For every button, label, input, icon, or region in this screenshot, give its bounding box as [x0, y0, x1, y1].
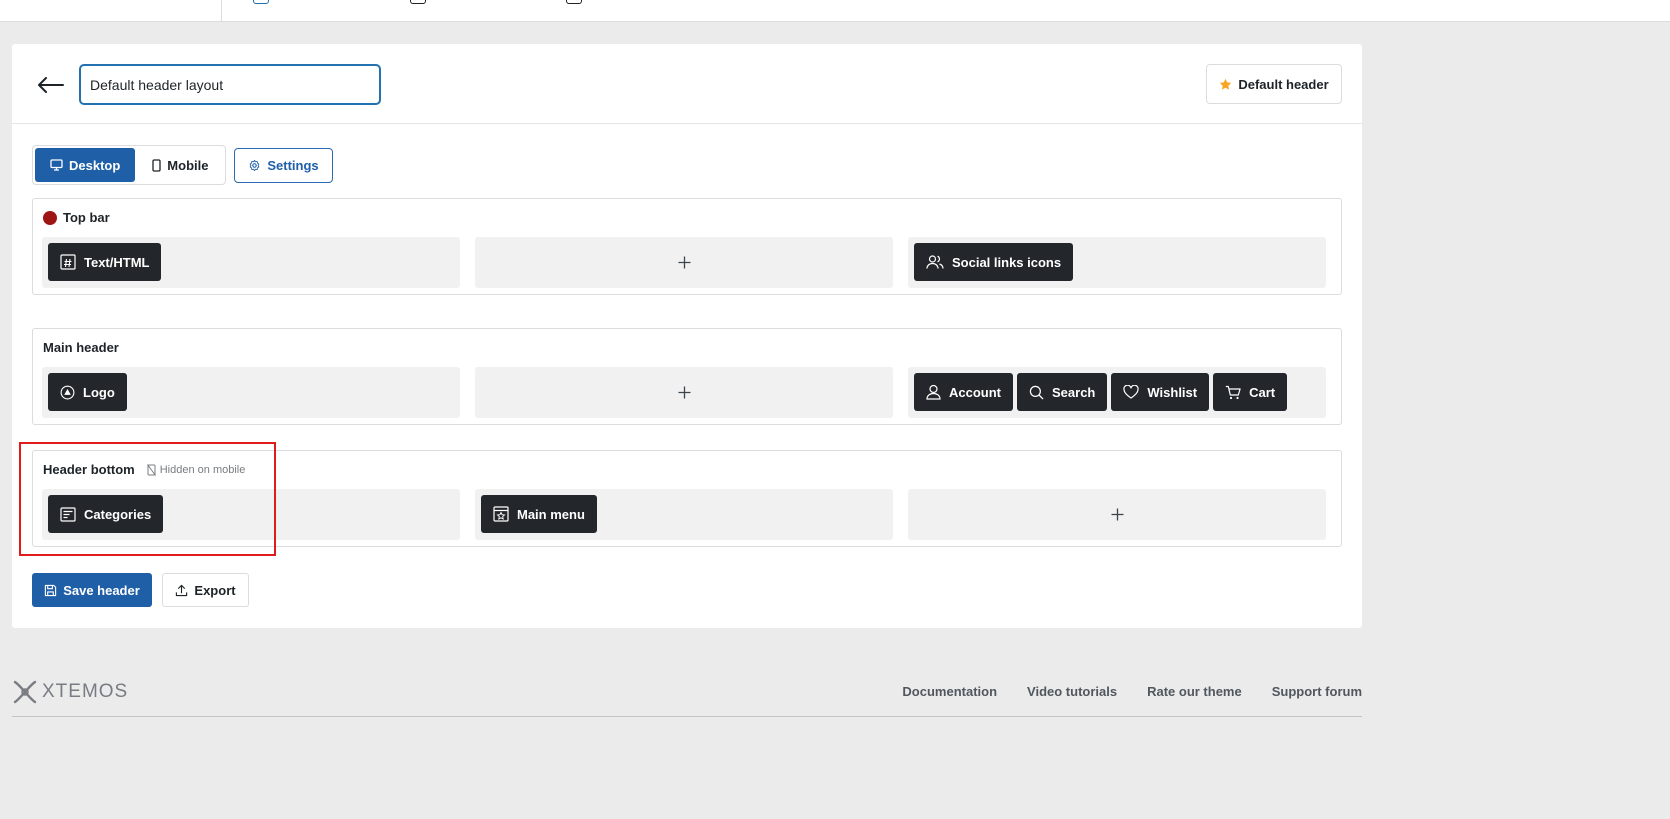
menu-icon: [493, 506, 509, 522]
save-icon: [45, 584, 57, 596]
status-dot: [43, 210, 57, 225]
element-label: Search: [1052, 384, 1096, 400]
zone-left[interactable]: Logo: [42, 367, 460, 418]
add-element-button[interactable]: [475, 367, 893, 418]
zone-right[interactable]: [908, 489, 1326, 540]
plus-icon: [678, 256, 690, 269]
cart-icon: [1225, 385, 1241, 399]
zone-center[interactable]: Main menu: [475, 489, 893, 540]
upload-icon: [176, 584, 188, 596]
link-documentation[interactable]: Documentation: [902, 684, 997, 699]
element-main-menu[interactable]: Main menu: [481, 495, 597, 533]
default-header-label: Default header: [1238, 76, 1329, 92]
link-video-tutorials[interactable]: Video tutorials: [1027, 684, 1117, 699]
xtemos-logo: XTEMOS: [12, 679, 128, 705]
add-element-button[interactable]: [475, 237, 893, 288]
row-title-label: Main header: [43, 340, 119, 355]
settings-label: Settings: [267, 158, 319, 173]
heart-icon: [1123, 385, 1139, 399]
element-label: Account: [949, 384, 1001, 400]
add-element-button[interactable]: [908, 489, 1326, 540]
xtemos-logo-icon: [13, 680, 37, 704]
export-label: Export: [194, 582, 236, 598]
tab-desktop-label: Desktop: [69, 157, 121, 173]
element-label: Social links icons: [952, 254, 1062, 270]
users-icon: [926, 255, 944, 269]
element-label: Wishlist: [1147, 384, 1198, 400]
row-main-header: Main header Logo Account Search Wishlist…: [32, 328, 1342, 425]
highlight-box: [19, 442, 276, 556]
zone-left[interactable]: Text/HTML: [42, 237, 460, 288]
header-name-input[interactable]: [80, 65, 380, 104]
tab-mobile-label: Mobile: [167, 157, 209, 173]
star-icon: [1220, 78, 1232, 90]
element-label: Text/HTML: [84, 254, 150, 270]
zone-center[interactable]: [475, 237, 893, 288]
row-title: Top bar: [43, 210, 110, 225]
element-account[interactable]: Account: [914, 373, 1013, 411]
device-tabs: Desktop Mobile: [32, 145, 227, 185]
desktop-icon: [50, 159, 63, 171]
element-logo[interactable]: Logo: [48, 373, 127, 411]
element-social-links[interactable]: Social links icons: [914, 243, 1074, 281]
hash-icon: [60, 254, 76, 270]
tab-desktop[interactable]: Desktop: [35, 148, 136, 182]
plus-icon: [678, 386, 690, 399]
element-label: Logo: [83, 384, 115, 400]
link-rate-theme[interactable]: Rate our theme: [1147, 684, 1242, 699]
tab-icon[interactable]: [566, 0, 582, 4]
footer-divider: [12, 716, 1362, 717]
row-title: Main header: [43, 340, 119, 355]
element-label: Cart: [1249, 384, 1276, 400]
brand-wordmark: XTEMOS: [42, 681, 129, 702]
footer-links: Documentation Video tutorials Rate our t…: [902, 684, 1362, 699]
row-title-label: Top bar: [63, 210, 110, 225]
element-label: Main menu: [517, 506, 585, 522]
element-cart[interactable]: Cart: [1213, 373, 1288, 411]
default-header-button[interactable]: Default header: [1206, 64, 1342, 104]
element-text-html[interactable]: Text/HTML: [48, 243, 162, 281]
builder-header: Default header: [12, 44, 1362, 124]
gear-icon: [250, 159, 260, 172]
plus-icon: [1111, 508, 1123, 521]
back-arrow-icon[interactable]: [36, 70, 66, 100]
top-strip-divider: [221, 0, 222, 22]
element-wishlist[interactable]: Wishlist: [1111, 373, 1210, 411]
tab-icon[interactable]: [410, 0, 426, 4]
zone-right[interactable]: Social links icons: [908, 237, 1326, 288]
link-support-forum[interactable]: Support forum: [1272, 684, 1362, 699]
export-button[interactable]: Export: [162, 573, 249, 607]
save-label: Save header: [63, 582, 140, 598]
zone-center[interactable]: [475, 367, 893, 418]
row-top-bar: Top bar Text/HTML Social links icons: [32, 198, 1342, 295]
logo-icon: [60, 385, 75, 399]
search-icon: [1029, 385, 1044, 400]
settings-button[interactable]: Settings: [234, 148, 333, 183]
tab-mobile[interactable]: Mobile: [137, 148, 223, 182]
tab-icon[interactable]: [253, 0, 269, 4]
save-header-button[interactable]: Save header: [32, 573, 152, 607]
element-search[interactable]: Search: [1017, 373, 1108, 411]
zone-right[interactable]: Account Search Wishlist Cart: [908, 367, 1326, 418]
user-icon: [926, 384, 941, 400]
top-strip: [0, 0, 1670, 22]
mobile-icon: [152, 158, 161, 172]
